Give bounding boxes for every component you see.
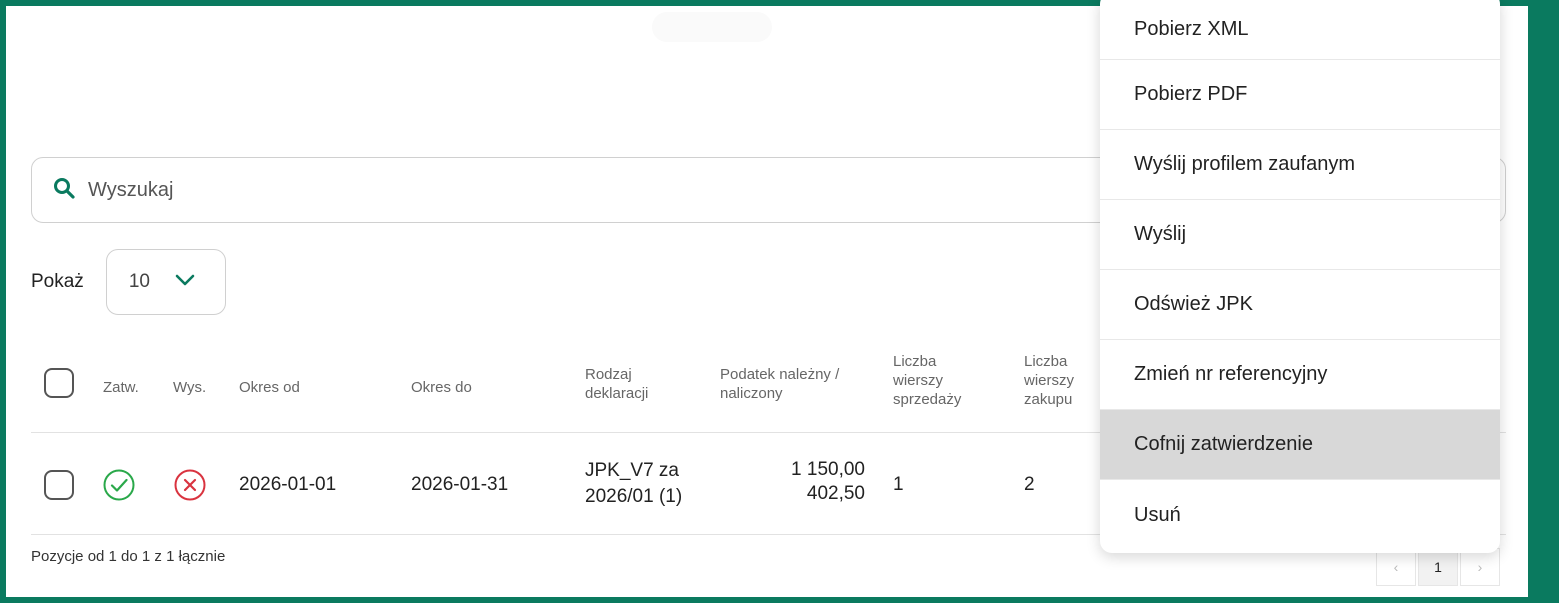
menu-item-change-reference[interactable]: Zmień nr referencyjny [1100,340,1500,410]
page-size-value: 10 [128,271,150,292]
menu-item-revoke-approval[interactable]: Cofnij zatwierdzenie [1100,410,1500,480]
header-sent[interactable]: Wys. [173,378,206,397]
cell-purchase-rows: 2 [1024,474,1035,495]
menu-item-download-pdf[interactable]: Pobierz PDF [1100,60,1500,130]
menu-item-download-xml[interactable]: Pobierz XML [1100,0,1500,60]
next-page-button[interactable]: › [1460,548,1500,586]
select-all-checkbox[interactable] [44,368,74,398]
cell-declaration-type: JPK_V7 za 2026/01 (1) [585,460,683,507]
background-pill [652,12,772,42]
page-size-select[interactable]: 10 [105,249,226,315]
cell-sales-rows: 1 [893,474,904,495]
cell-period-to: 2026-01-31 [411,474,509,495]
header-period-to[interactable]: Okres do [411,378,472,397]
chevron-down-icon [174,273,196,292]
header-tax[interactable]: Podatek należny / naliczony [720,365,839,403]
search-placeholder: Wyszukaj [88,178,174,201]
menu-item-send-trusted-profile[interactable]: Wyślij profilem zaufanym [1100,130,1500,200]
cell-period-from: 2026-01-01 [239,474,337,495]
row-actions-menu: Pobierz XML Pobierz PDF Wyślij profilem … [1100,0,1500,553]
prev-page-button[interactable]: ‹ [1376,548,1416,586]
cell-tax: 1 150,00 402,50 [740,458,865,506]
header-period-from[interactable]: Okres od [239,378,300,397]
search-icon [52,176,88,205]
menu-item-delete[interactable]: Usuń [1100,480,1500,550]
page-1-button[interactable]: 1 [1418,548,1458,586]
cell-tax-input: 402,50 [806,483,865,504]
header-declaration-type[interactable]: Rodzaj deklaracji [585,365,648,403]
menu-item-send[interactable]: Wyślij [1100,200,1500,270]
header-approved[interactable]: Zatw. [103,378,139,397]
page-size-row: Pokaż 10 [31,248,226,316]
pagination-info: Pozycje od 1 do 1 z 1 łącznie [31,548,226,565]
page-size-label: Pokaż [31,271,84,292]
not-sent-x-icon [173,468,207,502]
row-checkbox[interactable] [44,470,74,500]
cell-tax-due: 1 150,00 [791,459,865,480]
menu-item-refresh-jpk[interactable]: Odśwież JPK [1100,270,1500,340]
header-sales-rows[interactable]: Liczba wierszy sprzedaży [893,352,961,409]
approved-check-icon [102,468,136,502]
header-purchase-rows[interactable]: Liczba wierszy zakupu [1024,352,1074,409]
